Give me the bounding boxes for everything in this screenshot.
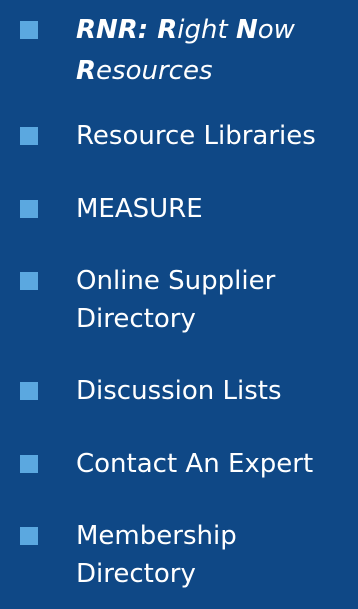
menu-item-label-line2: Directory: [76, 304, 196, 334]
menu-item-membership-directory[interactable]: Membership Directory: [0, 506, 358, 606]
rnr-text-esources: esources: [96, 56, 213, 86]
square-bullet-icon: [20, 455, 38, 473]
square-bullet-icon: [20, 527, 38, 545]
menu-item-contact-an-expert[interactable]: Contact An Expert: [0, 434, 358, 494]
square-bullet-icon: [20, 21, 38, 39]
resource-menu: RNR: Right Now Resources Resource Librar…: [0, 0, 358, 609]
menu-item-label-line2: Directory: [76, 559, 196, 589]
menu-item-discussion-lists[interactable]: Discussion Lists: [0, 362, 358, 422]
rnr-bold-prefix: RNR: R: [76, 15, 178, 45]
rnr-text-ow: ow: [257, 15, 295, 45]
menu-item-label: Discussion Lists: [76, 376, 282, 406]
menu-item-label: Resource Libraries: [76, 121, 316, 151]
menu-item-resource-libraries[interactable]: Resource Libraries: [0, 106, 358, 166]
menu-item-label: Contact An Expert: [76, 449, 314, 479]
square-bullet-icon: [20, 382, 38, 400]
menu-item-label-line1: Online Supplier: [76, 266, 276, 296]
square-bullet-icon: [20, 127, 38, 145]
square-bullet-icon: [20, 200, 38, 218]
rnr-text-ight: ight: [177, 15, 236, 45]
square-bullet-icon: [20, 272, 38, 290]
menu-item-label: MEASURE: [76, 194, 203, 224]
menu-item-online-supplier-directory[interactable]: Online Supplier Directory: [0, 252, 358, 352]
menu-item-rnr-line2: Resources: [76, 52, 213, 90]
menu-item-rnr-line1: RNR: Right Now: [76, 11, 295, 49]
menu-item-measure[interactable]: MEASURE: [0, 180, 358, 240]
rnr-bold-r: R: [76, 56, 97, 86]
menu-item-label-line1: Membership: [76, 521, 237, 551]
menu-item-rnr[interactable]: RNR: Right Now Resources: [0, 0, 358, 100]
rnr-bold-n: N: [235, 15, 258, 45]
